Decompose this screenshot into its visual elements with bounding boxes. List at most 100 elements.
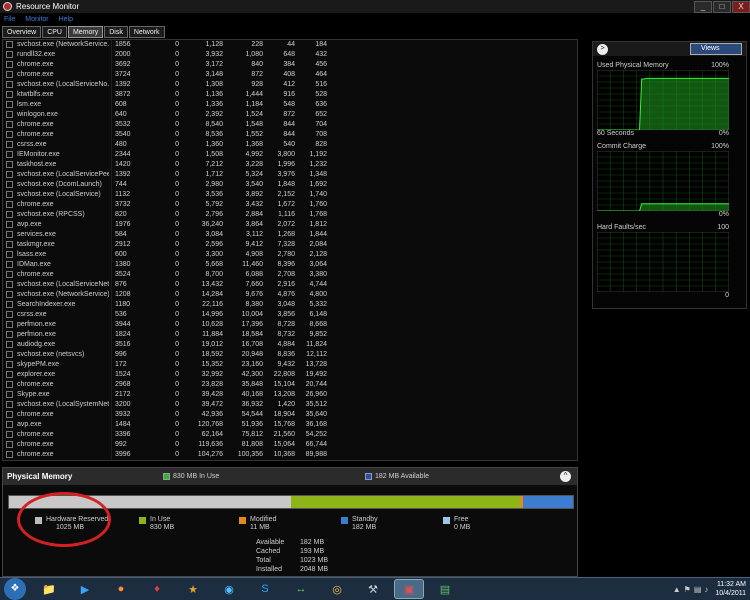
table-row[interactable]: ktwtblfs.exe 3872 0 1,136 1,444 916 528 bbox=[3, 90, 577, 100]
taskmgr-icon[interactable]: ▤ bbox=[430, 579, 460, 599]
row-checkbox[interactable] bbox=[6, 41, 13, 48]
table-row[interactable]: chrome.exe 3396 0 62,164 75,812 21,560 54,252 bbox=[3, 430, 577, 440]
row-checkbox[interactable] bbox=[6, 371, 13, 378]
table-row[interactable]: audiodg.exe 3516 0 19,012 16,708 4,884 11,824 bbox=[3, 340, 577, 350]
table-row[interactable]: svchost.exe (LocalService) 1132 0 3,536 3,89… bbox=[3, 190, 577, 200]
table-row[interactable]: svchost.exe (NetworkService) 1208 0 14,284 9… bbox=[3, 290, 577, 300]
minimize-button[interactable]: _ bbox=[694, 0, 712, 13]
row-checkbox[interactable] bbox=[6, 201, 13, 208]
row-checkbox[interactable] bbox=[6, 221, 13, 228]
table-row[interactable]: chrome.exe 992 0 119,636 81,808 15,064 66,744 bbox=[3, 440, 577, 450]
table-row[interactable]: skypePM.exe 172 0 15,352 23,160 9,432 13,728 bbox=[3, 360, 577, 370]
row-checkbox[interactable] bbox=[6, 111, 13, 118]
windows-orb-icon[interactable]: ❖ bbox=[4, 578, 26, 600]
table-row[interactable]: explorer.exe 1524 0 32,992 42,300 22,808 19,49… bbox=[3, 370, 577, 380]
collapse-section-button[interactable]: ^ bbox=[560, 471, 571, 482]
row-checkbox[interactable] bbox=[6, 281, 13, 288]
table-row[interactable]: svchost.exe (DcomLaunch) 744 0 2,980 3,540 1,… bbox=[3, 180, 577, 190]
row-checkbox[interactable] bbox=[6, 291, 13, 298]
table-row[interactable]: chrome.exe 3692 0 3,172 840 384 456 bbox=[3, 60, 577, 70]
table-row[interactable]: rundll32.exe 2000 0 3,932 1,080 648 432 bbox=[3, 50, 577, 60]
row-checkbox[interactable] bbox=[6, 261, 13, 268]
row-checkbox[interactable] bbox=[6, 411, 13, 418]
resource-monitor-icon[interactable]: ▣ bbox=[394, 579, 424, 599]
flag-icon[interactable]: ⚑ bbox=[684, 585, 691, 594]
row-checkbox[interactable] bbox=[6, 171, 13, 178]
volume-icon[interactable]: ♪ bbox=[704, 585, 708, 594]
maximize-button[interactable]: □ bbox=[713, 0, 731, 13]
table-row[interactable]: lsass.exe 600 0 3,300 4,908 2,780 2,128 bbox=[3, 250, 577, 260]
firefox-icon[interactable]: ● bbox=[106, 579, 136, 599]
table-row[interactable]: chrome.exe 3524 0 8,700 6,088 2,708 3,380 bbox=[3, 270, 577, 280]
table-row[interactable]: avp.exe 1976 0 36,240 3,864 2,072 1,812 bbox=[3, 220, 577, 230]
table-row[interactable]: lsm.exe 608 0 1,336 1,184 548 636 bbox=[3, 100, 577, 110]
row-checkbox[interactable] bbox=[6, 451, 13, 458]
close-button[interactable]: X bbox=[732, 0, 750, 13]
row-checkbox[interactable] bbox=[6, 141, 13, 148]
row-checkbox[interactable] bbox=[6, 431, 13, 438]
row-checkbox[interactable] bbox=[6, 421, 13, 428]
row-checkbox[interactable] bbox=[6, 331, 13, 338]
row-checkbox[interactable] bbox=[6, 51, 13, 58]
tab-memory[interactable]: Memory bbox=[67, 26, 104, 38]
row-checkbox[interactable] bbox=[6, 91, 13, 98]
row-checkbox[interactable] bbox=[6, 321, 13, 328]
table-row[interactable]: svchost.exe (LocalSystemNet... 3200 0 39,47… bbox=[3, 400, 577, 410]
tab-disk[interactable]: Disk bbox=[104, 26, 128, 38]
table-row[interactable]: SearchIndexer.exe 1180 0 22,116 8,380 3,048 5,… bbox=[3, 300, 577, 310]
row-checkbox[interactable] bbox=[6, 181, 13, 188]
row-checkbox[interactable] bbox=[6, 311, 13, 318]
idm-icon[interactable]: ♦ bbox=[142, 579, 172, 599]
network-icon[interactable]: ↔ bbox=[286, 579, 316, 599]
table-row[interactable]: avp.exe 1484 0 120,768 51,936 15,768 36,168 bbox=[3, 420, 577, 430]
row-checkbox[interactable] bbox=[6, 131, 13, 138]
table-row[interactable]: svchost.exe (netsvcs) 996 0 18,592 20,948 8,8… bbox=[3, 350, 577, 360]
row-checkbox[interactable] bbox=[6, 71, 13, 78]
table-row[interactable]: svchost.exe (LocalServiceNet... 876 0 13,43… bbox=[3, 280, 577, 290]
tab-network[interactable]: Network bbox=[128, 26, 165, 38]
menu-monitor[interactable]: Monitor bbox=[25, 16, 48, 23]
menu-help[interactable]: Help bbox=[59, 16, 73, 23]
views-dropdown[interactable]: Views bbox=[690, 43, 742, 55]
tab-overview[interactable]: Overview bbox=[2, 26, 42, 38]
row-checkbox[interactable] bbox=[6, 381, 13, 388]
tray-arrow-icon[interactable]: ▲ bbox=[673, 585, 681, 594]
table-row[interactable]: svchost.exe (NetworkService... 1856 0 1,128… bbox=[3, 40, 577, 50]
row-checkbox[interactable] bbox=[6, 211, 13, 218]
row-checkbox[interactable] bbox=[6, 271, 13, 278]
table-row[interactable]: taskhost.exe 1420 0 7,212 3,228 1,996 1,232 bbox=[3, 160, 577, 170]
browser-icon[interactable]: ◉ bbox=[214, 579, 244, 599]
table-row[interactable]: svchost.exe (LocalServicePee... 1392 0 1,71… bbox=[3, 170, 577, 180]
network-icon[interactable]: ▤ bbox=[694, 585, 702, 594]
table-row[interactable]: perfmon.exe 1824 0 11,884 18,584 8,732 9,852 bbox=[3, 330, 577, 340]
tab-cpu[interactable]: CPU bbox=[42, 26, 67, 38]
table-row[interactable]: perfmon.exe 3944 0 10,628 17,396 8,728 8,668 bbox=[3, 320, 577, 330]
table-row[interactable]: services.exe 584 0 3,084 3,112 1,268 1,844 bbox=[3, 230, 577, 240]
explorer-icon[interactable]: 📁 bbox=[34, 579, 64, 599]
table-row[interactable]: chrome.exe 3932 0 42,936 54,544 18,904 35,640 bbox=[3, 410, 577, 420]
row-checkbox[interactable] bbox=[6, 341, 13, 348]
media-player-icon[interactable]: ▶ bbox=[70, 579, 100, 599]
table-row[interactable]: chrome.exe 2968 0 23,828 35,848 15,104 20,744 bbox=[3, 380, 577, 390]
table-row[interactable]: svchost.exe (LocalServiceNo... 1392 0 1,308… bbox=[3, 80, 577, 90]
tool-icon[interactable]: ⚒ bbox=[358, 579, 388, 599]
row-checkbox[interactable] bbox=[6, 121, 13, 128]
row-checkbox[interactable] bbox=[6, 241, 13, 248]
row-checkbox[interactable] bbox=[6, 151, 13, 158]
row-checkbox[interactable] bbox=[6, 101, 13, 108]
row-checkbox[interactable] bbox=[6, 391, 13, 398]
table-row[interactable]: chrome.exe 3996 0 104,276 100,356 10,368 89,98… bbox=[3, 450, 577, 460]
row-checkbox[interactable] bbox=[6, 301, 13, 308]
table-row[interactable]: chrome.exe 3540 0 8,536 1,552 844 708 bbox=[3, 130, 577, 140]
row-checkbox[interactable] bbox=[6, 361, 13, 368]
table-row[interactable]: chrome.exe 3724 0 3,148 872 408 464 bbox=[3, 70, 577, 80]
table-row[interactable]: winlogon.exe 640 0 2,392 1,524 872 652 bbox=[3, 110, 577, 120]
row-checkbox[interactable] bbox=[6, 351, 13, 358]
row-checkbox[interactable] bbox=[6, 441, 13, 448]
table-row[interactable]: taskmgr.exe 2912 0 2,596 9,412 7,328 2,084 bbox=[3, 240, 577, 250]
table-row[interactable]: Skype.exe 2172 0 39,428 40,168 13,208 26,960 bbox=[3, 390, 577, 400]
row-checkbox[interactable] bbox=[6, 191, 13, 198]
table-row[interactable]: IDMan.exe 1380 0 5,668 11,460 8,396 3,064 bbox=[3, 260, 577, 270]
table-row[interactable]: chrome.exe 3532 0 8,540 1,548 844 704 bbox=[3, 120, 577, 130]
row-checkbox[interactable] bbox=[6, 161, 13, 168]
